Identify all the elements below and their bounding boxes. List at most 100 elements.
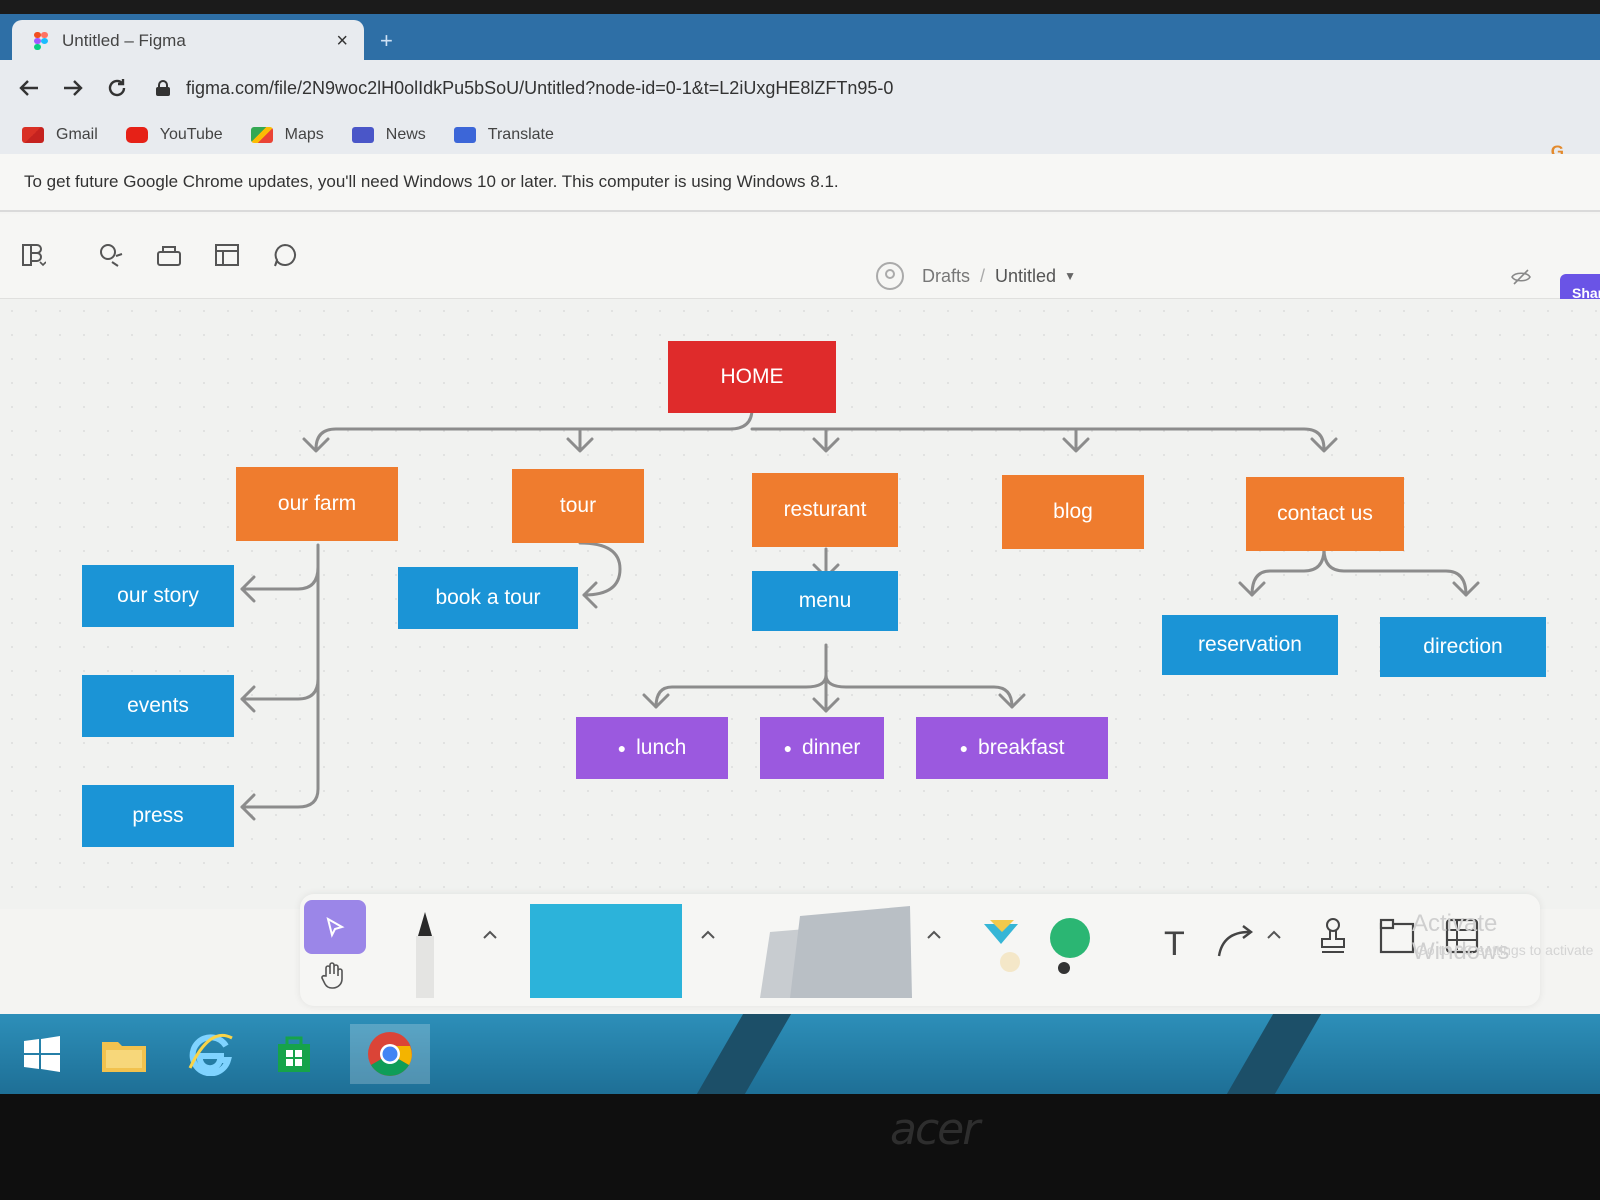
- internet-explorer-icon: [188, 1033, 233, 1076]
- main-menu-icon[interactable]: [20, 242, 46, 268]
- url-text: figma.com/file/2N9woc2lH0olIdkPu5bSoU/Un…: [186, 77, 894, 98]
- maps-icon: [250, 127, 273, 143]
- node-tour[interactable]: tour: [512, 469, 644, 543]
- translate-icon: [453, 127, 476, 143]
- chevron-up-icon[interactable]: [700, 928, 716, 940]
- node-dinner[interactable]: ● dinner: [760, 717, 884, 779]
- node-reservation[interactable]: reservation: [1162, 615, 1338, 675]
- bookmark-label: Translate: [487, 126, 554, 143]
- chrome-taskbar-button[interactable]: [350, 1024, 430, 1084]
- node-contact-us[interactable]: contact us: [1246, 477, 1404, 551]
- node-label: events: [127, 694, 189, 717]
- tab-close-icon[interactable]: ×: [336, 30, 348, 53]
- arrow-right-icon: [64, 80, 83, 96]
- bookmark-label: YouTube: [159, 126, 223, 143]
- templates-icon[interactable]: [156, 242, 182, 268]
- ai-assist-icon[interactable]: [98, 242, 124, 268]
- cursor-icon: [326, 916, 345, 938]
- youtube-icon: [125, 127, 148, 143]
- text-tool-button[interactable]: T: [1140, 914, 1280, 974]
- move-tool-button[interactable]: [304, 900, 366, 954]
- figjam-top-bar: Drafts / Untitled ▼ Shar: [0, 214, 1600, 312]
- team-avatar-icon: [876, 262, 904, 290]
- bullet-icon: ●: [783, 740, 793, 756]
- forward-button[interactable]: [58, 73, 88, 103]
- node-press[interactable]: press: [82, 785, 234, 847]
- node-label: our farm: [277, 492, 357, 515]
- marker-tool-button[interactable]: [408, 902, 442, 998]
- start-button[interactable]: [10, 1024, 74, 1084]
- chevron-down-icon[interactable]: ▼: [1064, 269, 1076, 283]
- screen: Untitled – Figma × + figma.com/file/2N9w…: [0, 14, 1600, 1094]
- node-events[interactable]: events: [82, 675, 234, 737]
- node-home[interactable]: HOME: [668, 341, 836, 413]
- browser-toolbar: figma.com/file/2N9woc2lH0olIdkPu5bSoU/Un…: [0, 60, 1600, 116]
- bookmark-label: News: [385, 126, 426, 143]
- bookmark-gmail[interactable]: Gmail: [22, 126, 98, 144]
- stamp-icon[interactable]: [1318, 916, 1348, 956]
- reload-icon: [108, 79, 126, 97]
- node-label: resturant: [783, 498, 867, 521]
- node-our-story[interactable]: our story: [82, 565, 234, 627]
- activate-windows-subtext: Go to PC settings to activate Windows.: [1416, 942, 1596, 958]
- node-our-farm[interactable]: our farm: [236, 467, 398, 541]
- back-button[interactable]: [14, 73, 44, 103]
- stickers-icon: [984, 918, 1090, 974]
- hand-icon: [321, 962, 343, 989]
- update-infobar: To get future Google Chrome updates, you…: [0, 154, 1600, 212]
- marker-icon: [416, 912, 434, 998]
- text-tool-label: T: [1164, 924, 1185, 963]
- news-icon: [351, 127, 374, 143]
- breadcrumb-file-name[interactable]: Untitled: [995, 266, 1056, 287]
- address-bar[interactable]: figma.com/file/2N9woc2lH0olIdkPu5bSoU/Un…: [156, 68, 1580, 108]
- node-label: press: [132, 804, 184, 827]
- node-breakfast[interactable]: ● breakfast: [916, 717, 1108, 779]
- sticky-note-tool-button[interactable]: [740, 902, 920, 998]
- store-taskbar-button[interactable]: [262, 1024, 326, 1084]
- connector-tool-icon[interactable]: [1213, 924, 1273, 964]
- bookmark-maps[interactable]: Maps: [250, 126, 324, 144]
- chevron-up-icon[interactable]: [1266, 928, 1282, 940]
- reload-button[interactable]: [102, 73, 132, 103]
- bookmark-news[interactable]: News: [351, 126, 426, 144]
- taskbar-stripe: [1226, 1014, 1322, 1094]
- taskbar-stripe: [696, 1014, 792, 1094]
- chrome-icon: [368, 1032, 412, 1076]
- file-explorer-taskbar-button[interactable]: [92, 1024, 156, 1084]
- browser-tab[interactable]: Untitled – Figma ×: [12, 20, 364, 62]
- new-tab-button[interactable]: +: [380, 28, 393, 54]
- stamp-widgets-button[interactable]: [980, 906, 1100, 996]
- breadcrumb-drafts[interactable]: Drafts: [922, 266, 970, 287]
- hand-tool-button[interactable]: [318, 960, 352, 994]
- comment-icon[interactable]: [272, 242, 298, 268]
- figjam-toolbar: T: [300, 894, 1540, 1006]
- node-label: breakfast: [978, 736, 1065, 759]
- hide-ui-icon[interactable]: [1510, 268, 1532, 286]
- bookmark-youtube[interactable]: YouTube: [125, 126, 223, 144]
- node-label: reservation: [1198, 633, 1302, 656]
- bookmark-label: Maps: [284, 126, 324, 143]
- figjam-canvas[interactable]: HOME our farm tour resturant blog contac…: [0, 299, 1600, 909]
- bookmark-translate[interactable]: Translate: [453, 126, 554, 144]
- node-label: tour: [559, 494, 597, 517]
- tab-strip: Untitled – Figma × +: [0, 14, 1600, 62]
- node-menu[interactable]: menu: [752, 571, 898, 631]
- layout-icon[interactable]: [214, 242, 240, 268]
- node-label: lunch: [636, 736, 687, 759]
- chevron-up-icon[interactable]: [926, 928, 942, 940]
- shape-tool-button[interactable]: [530, 904, 682, 998]
- section-icon[interactable]: [1378, 916, 1416, 956]
- lock-icon: [156, 80, 170, 96]
- node-lunch[interactable]: ● lunch: [576, 717, 728, 779]
- monitor-bezel: [0, 1094, 1600, 1200]
- chevron-up-icon[interactable]: [482, 928, 498, 940]
- tab-title: Untitled – Figma: [62, 31, 186, 50]
- internet-explorer-taskbar-button[interactable]: [178, 1024, 242, 1084]
- node-direction[interactable]: direction: [1380, 617, 1546, 677]
- node-blog[interactable]: blog: [1002, 475, 1144, 549]
- store-icon: [278, 1036, 310, 1072]
- node-book-a-tour[interactable]: book a tour: [398, 567, 578, 629]
- bullet-icon: ●: [959, 740, 969, 756]
- node-resturant[interactable]: resturant: [752, 473, 898, 547]
- folder-icon: [102, 1042, 146, 1072]
